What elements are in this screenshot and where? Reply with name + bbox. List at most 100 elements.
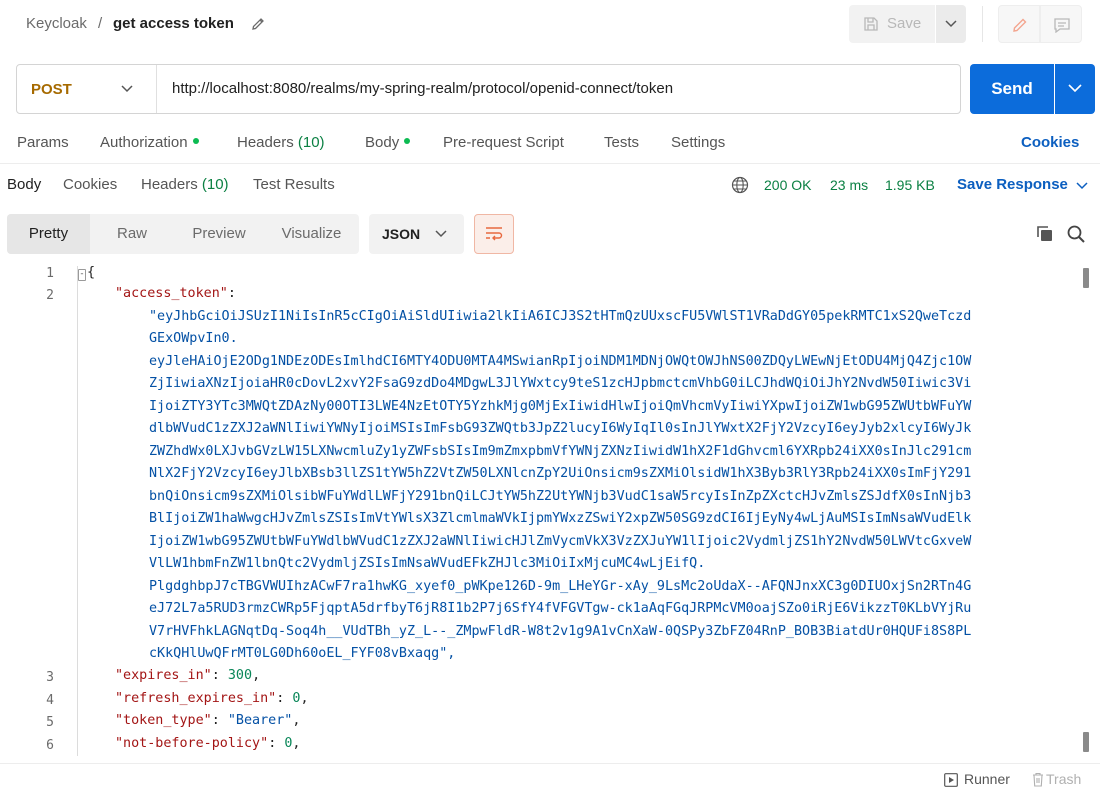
response-tab-test-results[interactable]: Test Results — [253, 176, 335, 193]
response-tab-cookies[interactable]: Cookies — [63, 176, 117, 193]
footer-divider — [0, 763, 1100, 764]
chevron-down-icon — [435, 230, 447, 238]
line-number: 2 — [46, 288, 54, 303]
save-icon — [864, 17, 878, 31]
json-comma: , — [292, 713, 301, 728]
json-key: "expires_in" — [115, 668, 212, 683]
request-title[interactable]: get access token — [113, 15, 234, 32]
view-mode-pretty[interactable]: Pretty — [7, 214, 90, 254]
json-comma: , — [300, 691, 309, 706]
json-comma: , — [292, 736, 301, 751]
edit-mode-button[interactable] — [998, 5, 1040, 43]
tab-headers[interactable]: Headers (10) — [237, 134, 325, 151]
json-key: "access_token" — [115, 286, 228, 301]
tab-headers-label: Headers — [237, 134, 294, 151]
response-tab-body[interactable]: Body — [7, 176, 41, 193]
wrap-lines-button[interactable] — [474, 214, 514, 254]
token-line: VlLW1hbmFnZW1lbnQtc2VydmljZSIsImNsaWVudE… — [149, 556, 706, 571]
line-number: 1 — [46, 266, 54, 281]
comments-button[interactable] — [1040, 5, 1082, 43]
trash-label: Trash — [1046, 771, 1082, 787]
format-select[interactable]: JSON — [369, 214, 464, 254]
response-body[interactable]: - 1 2 3 4 5 6 { "access_token": "eyJhbGc… — [0, 265, 1100, 756]
scrollbar-thumb-top[interactable] — [1083, 268, 1089, 288]
response-headers-count: (10) — [201, 176, 229, 193]
copy-icon[interactable] — [1035, 224, 1055, 244]
send-button[interactable]: Send — [970, 64, 1054, 114]
breadcrumb-collection[interactable]: Keycloak — [26, 15, 87, 32]
runner-button[interactable]: Runner — [944, 771, 1010, 787]
view-mode-visualize[interactable]: Visualize — [264, 214, 359, 254]
token-line: "eyJhbGciOiJSUzI1NiIsInR5cCIgOiAiSldUIiw… — [149, 309, 972, 324]
save-response-button[interactable]: Save Response — [957, 176, 1068, 193]
json-open-brace: { — [87, 265, 96, 280]
token-line: cKkQHlUwQFrMT0LG0Dh60oEL_FYF08vBxaqg", — [149, 646, 456, 661]
breadcrumb-separator: / — [98, 15, 103, 32]
active-dot-icon — [192, 138, 199, 145]
token-line: dlbWVudC1zZXJ2aWNlIiwiYWNyIjoiMSIsImFsbG… — [149, 421, 972, 436]
format-label: JSON — [382, 226, 421, 242]
request-tabs: Params Authorization Headers (10) Body P… — [0, 132, 1100, 156]
tab-tests[interactable]: Tests — [604, 134, 639, 151]
line-number: 5 — [46, 715, 54, 730]
response-time[interactable]: 23 ms — [830, 177, 868, 193]
json-number: 300 — [227, 668, 253, 683]
chevron-down-icon — [945, 20, 957, 28]
active-dot-icon — [404, 138, 411, 145]
save-button[interactable]: Save — [849, 5, 935, 43]
token-line: V7rHVFhkLAGNqtDq-Soq4h__VUdTBh_yZ_L--_ZM… — [149, 624, 972, 639]
url-bar: POST http://localhost:8080/realms/my-spr… — [16, 64, 961, 114]
save-label: Save — [887, 15, 922, 32]
trash-button[interactable]: Trash — [1032, 771, 1081, 787]
status-code[interactable]: 200 OK — [764, 177, 811, 193]
request-header: Keycloak / get access token Save — [0, 0, 1100, 50]
chevron-down-icon[interactable] — [121, 85, 133, 93]
wrap-lines-icon — [486, 227, 503, 241]
search-icon[interactable] — [1066, 224, 1086, 244]
play-icon — [944, 773, 958, 787]
json-line-refresh-expires-in: "refresh_expires_in": 0, — [115, 688, 309, 711]
tab-prerequest-script[interactable]: Pre-request Script — [443, 134, 564, 151]
json-colon: : — [227, 286, 244, 301]
cookies-link[interactable]: Cookies — [1021, 134, 1079, 151]
json-line-expires-in: "expires_in": 300, — [115, 665, 260, 688]
token-line: eJ72L7a5RUD3rmzCWRp5FjqptA5drfbyT6jR8I1b… — [149, 601, 972, 616]
line-number: 4 — [46, 693, 54, 708]
json-line-not-before-policy: "not-before-policy": 0, — [115, 733, 300, 756]
section-divider — [0, 163, 1100, 164]
view-mode-raw[interactable]: Raw — [90, 214, 174, 254]
token-line: IjoiZW1wbG95ZWUtbWFuYWdlbWVudC1zZXJ2aWNl… — [149, 534, 972, 549]
trash-icon — [1033, 772, 1043, 787]
json-colon: : — [276, 691, 293, 706]
json-key: "token_type" — [115, 713, 212, 728]
json-comma: , — [252, 668, 261, 683]
tab-settings[interactable]: Settings — [671, 134, 725, 151]
tab-authorization[interactable]: Authorization — [100, 134, 199, 151]
token-line: bnQiOnsicm9sZXMiOlsibWFuYWdlLWFjY291bnQi… — [149, 489, 972, 504]
tab-body[interactable]: Body — [365, 134, 411, 151]
response-size[interactable]: 1.95 KB — [885, 177, 935, 193]
comment-icon — [1054, 18, 1070, 33]
tab-params[interactable]: Params — [17, 134, 69, 151]
token-line: GExOWpvIn0. — [149, 331, 238, 346]
save-options-button[interactable] — [936, 5, 966, 43]
method-select[interactable]: POST — [31, 81, 72, 98]
json-line-token-type: "token_type": "Bearer", — [115, 710, 300, 733]
token-line: ZWZhdWx0LXJvbGVzLW15LXNwcmluZy1yZWFsbSIs… — [149, 444, 972, 459]
tab-body-label: Body — [365, 134, 400, 151]
view-mode-preview[interactable]: Preview — [174, 214, 264, 254]
fold-toggle-icon[interactable]: - — [78, 269, 86, 281]
view-mode-selector: Pretty Raw Preview Visualize — [7, 214, 359, 254]
send-options-button[interactable] — [1055, 64, 1095, 114]
tab-authorization-label: Authorization — [100, 134, 188, 151]
globe-icon[interactable] — [731, 176, 749, 194]
gutter-divider — [77, 266, 78, 756]
chevron-down-icon — [1068, 84, 1082, 93]
url-input[interactable]: http://localhost:8080/realms/my-spring-r… — [172, 80, 673, 97]
edit-name-icon[interactable] — [250, 16, 266, 32]
token-line: ZjIiwiaXNzIjoiaHR0cDovL2xvY2FsaG9zdDo4MD… — [149, 376, 972, 391]
response-tab-headers[interactable]: Headers (10) — [141, 176, 229, 193]
json-colon: : — [211, 713, 228, 728]
scrollbar-thumb-bottom[interactable] — [1083, 732, 1089, 752]
chevron-down-icon[interactable] — [1076, 182, 1088, 190]
